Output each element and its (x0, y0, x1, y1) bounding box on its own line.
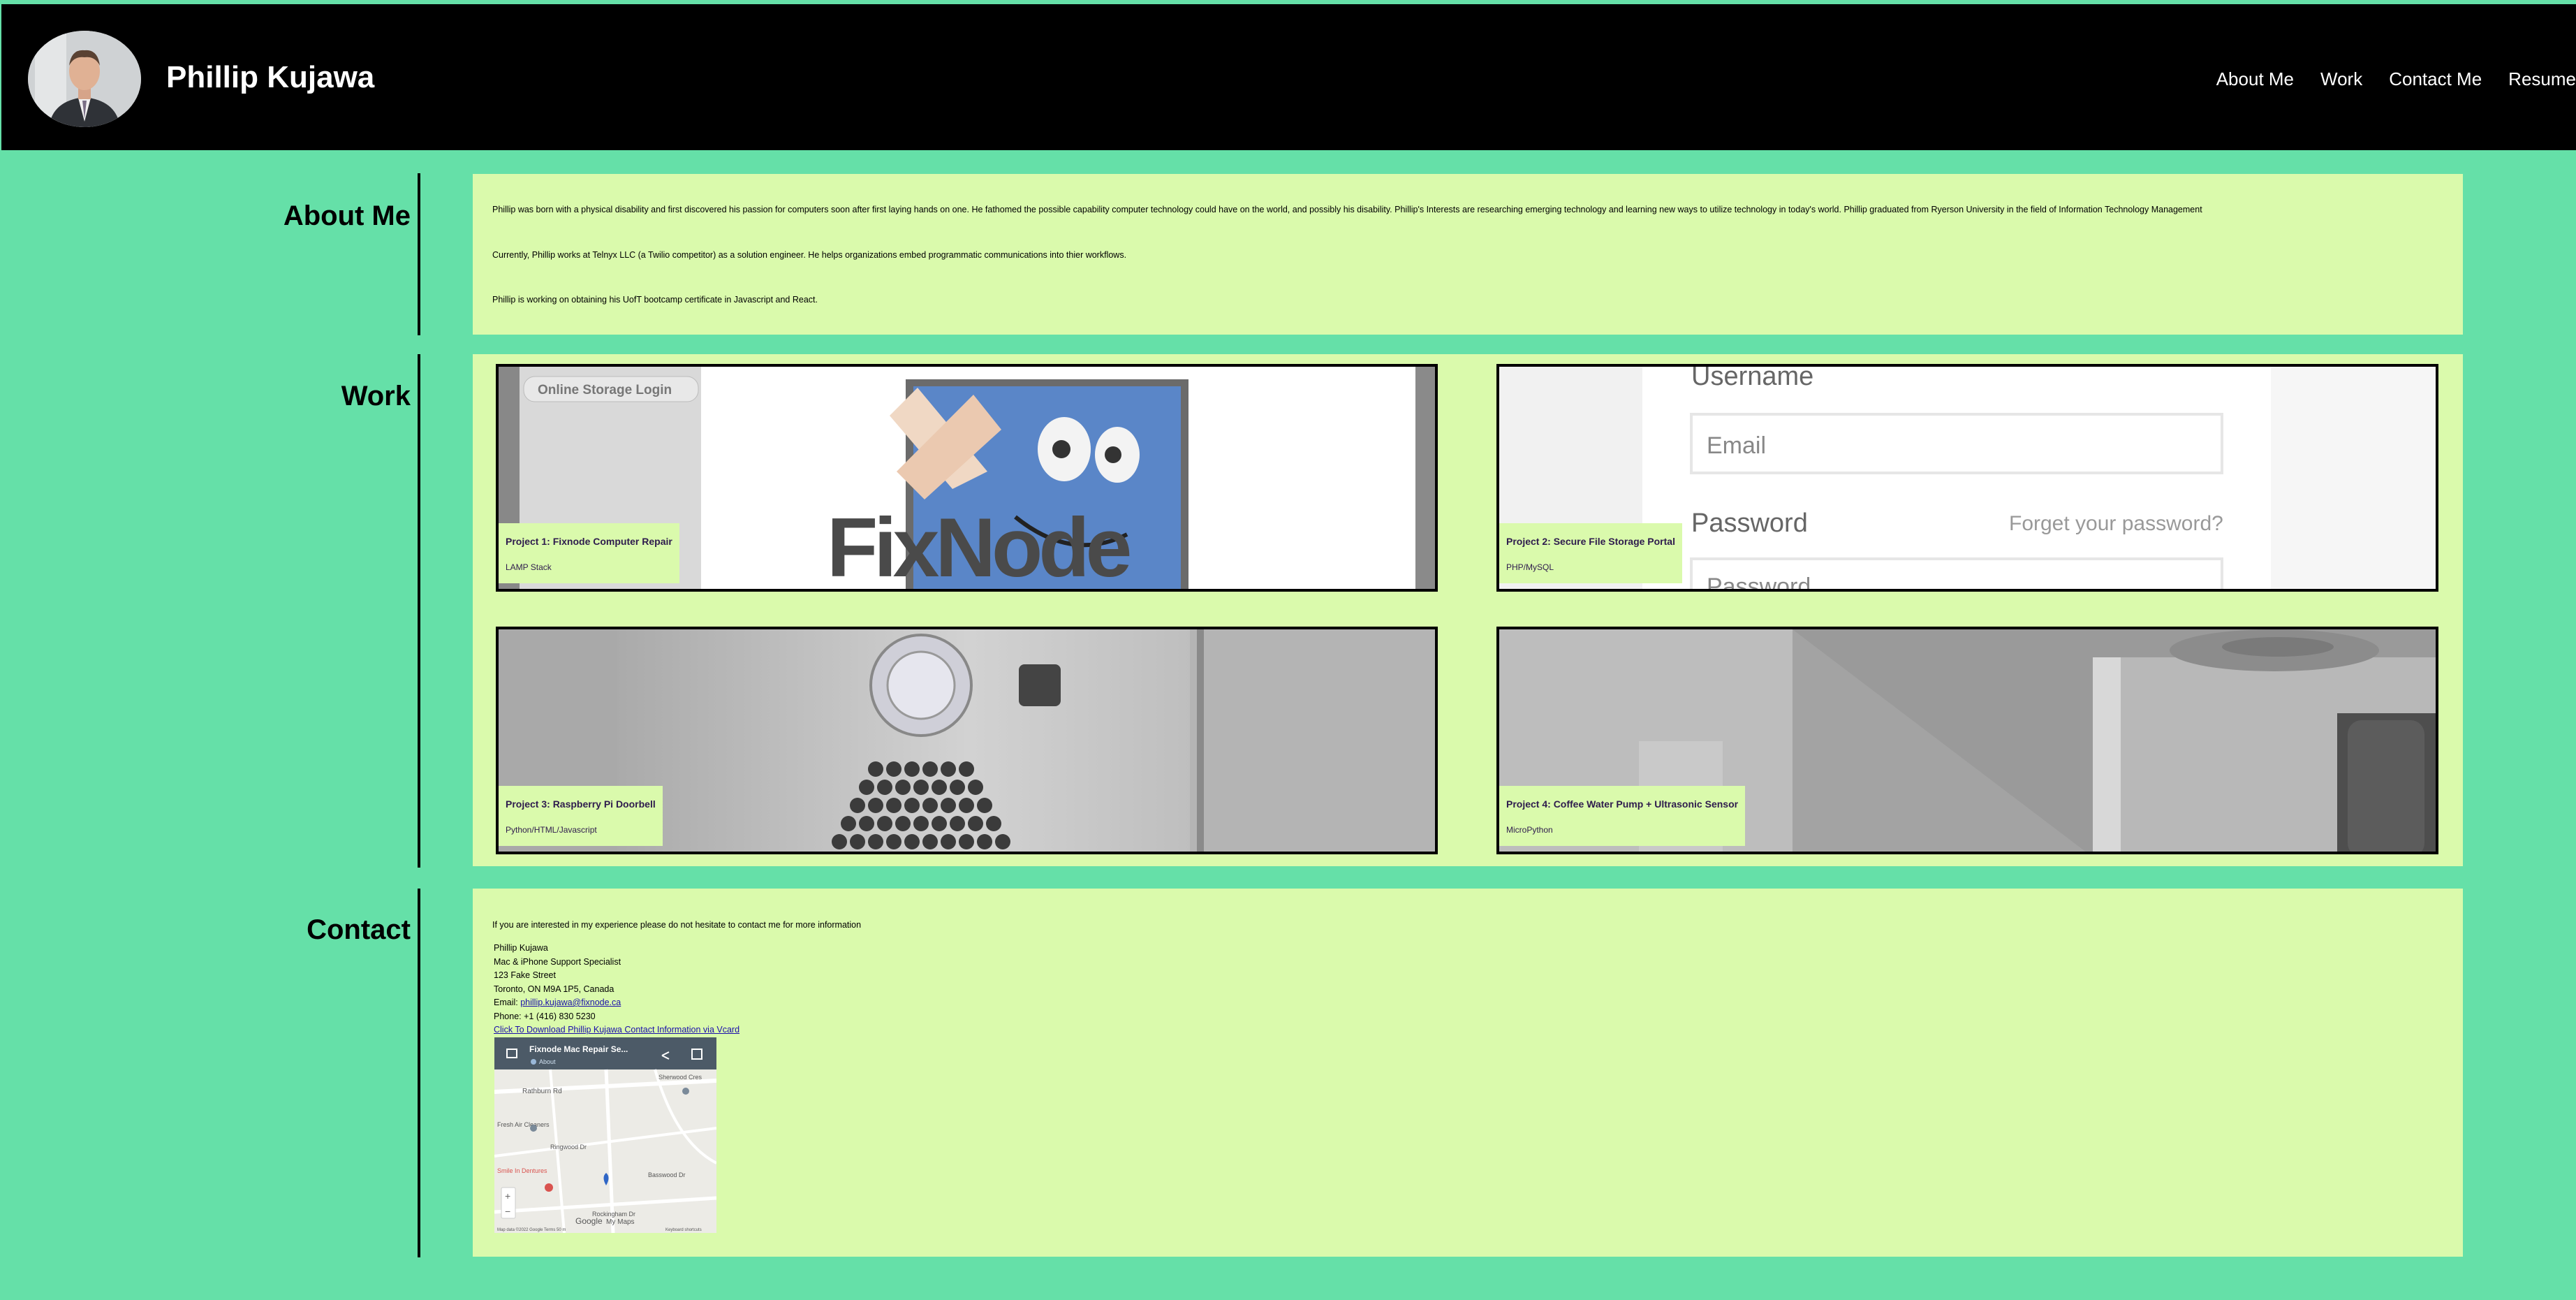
nav-resume[interactable]: Resume (2508, 68, 2576, 90)
project-3-title[interactable]: Project 3: Raspberry Pi Doorbell (506, 798, 656, 810)
vcard-download-link[interactable]: Click To Download Phillip Kujawa Contact… (494, 1025, 739, 1035)
contact-email-link[interactable]: phillip.kujawa@fixnode.ca (520, 998, 621, 1007)
contact-intro: If you are interested in my experience p… (492, 920, 862, 930)
nav-contact-me[interactable]: Contact Me (2389, 68, 2482, 90)
about-section-title: About Me (283, 200, 411, 231)
project-3-stack: Python/HTML/Javascript (506, 825, 597, 835)
map-zoom-out: − (505, 1206, 510, 1217)
project-3-label: Project 3: Raspberry Pi Doorbell Python/… (499, 786, 663, 846)
work-section-title: Work (341, 381, 411, 411)
avatar (28, 31, 141, 127)
map-place-2: Smile In Dentures (497, 1167, 547, 1174)
map-about: About (539, 1058, 556, 1065)
about-paragraph-2: Currently, Phillip works at Telnyx LLC (… (492, 250, 1127, 260)
contact-address: Phillip Kujawa Mac & iPhone Support Spec… (494, 942, 739, 1037)
map-title: Fixnode Mac Repair Se... (529, 1044, 628, 1054)
project-1-label: Project 1: Fixnode Computer Repair LAMP … (499, 523, 679, 583)
contact-street: 123 Fake Street (494, 970, 556, 980)
map-shortcuts: Keyboard shortcuts (665, 1228, 702, 1232)
about-divider (418, 173, 420, 335)
project-2-image-username: Username (1691, 367, 1813, 391)
main-nav: About Me Work Contact Me Resume (2216, 68, 2576, 90)
site-header: Phillip Kujawa About Me Work Contact Me … (1, 4, 2576, 150)
project-2-label: Project 2: Secure File Storage Portal PH… (1499, 523, 1682, 583)
nav-work[interactable]: Work (2320, 68, 2362, 90)
project-1-image-tab: Online Storage Login (538, 383, 672, 397)
contact-phone: Phone: +1 (416) 830 5230 (494, 1011, 596, 1021)
map-mymaps-logo: My Maps (606, 1218, 635, 1226)
map-street-3: Ringwood Dr (550, 1144, 587, 1151)
project-2-title[interactable]: Project 2: Secure File Storage Portal (1506, 536, 1675, 547)
about-panel: Phillip was born with a physical disabil… (473, 174, 2463, 335)
contact-panel: If you are interested in my experience p… (473, 889, 2463, 1257)
map-zoom-in: + (505, 1190, 510, 1202)
site-name[interactable]: Phillip Kujawa (166, 60, 374, 95)
project-2-image-password: Password (1691, 509, 1808, 538)
avatar-photo (28, 31, 141, 127)
contact-email-label: Email: (494, 998, 521, 1007)
map-embed[interactable]: Fixnode Mac Repair Se... About Rathburn … (494, 1037, 716, 1233)
project-4-stack: MicroPython (1506, 825, 1553, 835)
contact-city: Toronto, ON M9A 1P5, Canada (494, 984, 614, 994)
map-google-logo: Google (575, 1216, 603, 1226)
map-street-2: Sherwood Cres (658, 1074, 702, 1081)
project-2-stack: PHP/MySQL (1506, 562, 1554, 572)
project-2-image-password2: Password (1707, 574, 1811, 592)
project-1-stack: LAMP Stack (506, 562, 552, 572)
map-street-1: Rathburn Rd (522, 1088, 562, 1095)
contact-email-line: Email: phillip.kujawa@fixnode.ca (494, 996, 739, 1010)
project-2-image-forgot: Forget your password? (2009, 512, 2223, 535)
contact-name: Phillip Kujawa (494, 943, 548, 953)
project-card-4[interactable]: Project 4: Coffee Water Pump + Ultrasoni… (1496, 627, 2438, 854)
about-paragraph-1: Phillip was born with a physical disabil… (492, 205, 2202, 214)
map-footer: Map data ©2022 Google Terms 50 m (497, 1227, 566, 1232)
project-4-title[interactable]: Project 4: Coffee Water Pump + Ultrasoni… (1506, 798, 1738, 810)
map-street-5: Basswood Dr (648, 1171, 686, 1178)
project-card-2[interactable]: Username Email Password Forget your pass… (1496, 364, 2438, 592)
contact-divider (418, 889, 420, 1257)
project-1-image-logo: FixNode (827, 501, 1130, 592)
project-card-3[interactable]: Project 3: Raspberry Pi Doorbell Python/… (496, 627, 1438, 854)
project-4-label: Project 4: Coffee Water Pump + Ultrasoni… (1499, 786, 1746, 846)
project-1-title[interactable]: Project 1: Fixnode Computer Repair (506, 536, 672, 547)
nav-about-me[interactable]: About Me (2216, 68, 2294, 90)
work-divider (418, 354, 420, 868)
about-paragraph-3: Phillip is working on obtaining his UofT… (492, 295, 818, 305)
contact-role: Mac & iPhone Support Specialist (494, 956, 621, 967)
contact-section-title: Contact (307, 914, 411, 945)
project-card-1[interactable]: Online Storage Login FixNode Project 1: … (496, 364, 1438, 592)
project-2-image-email: Email (1707, 432, 1766, 459)
work-panel: Online Storage Login FixNode Project 1: … (473, 354, 2463, 866)
map-place-1: Fresh Air Cleaners (497, 1121, 550, 1128)
map-canvas[interactable]: Fixnode Mac Repair Se... About Rathburn … (494, 1037, 716, 1233)
